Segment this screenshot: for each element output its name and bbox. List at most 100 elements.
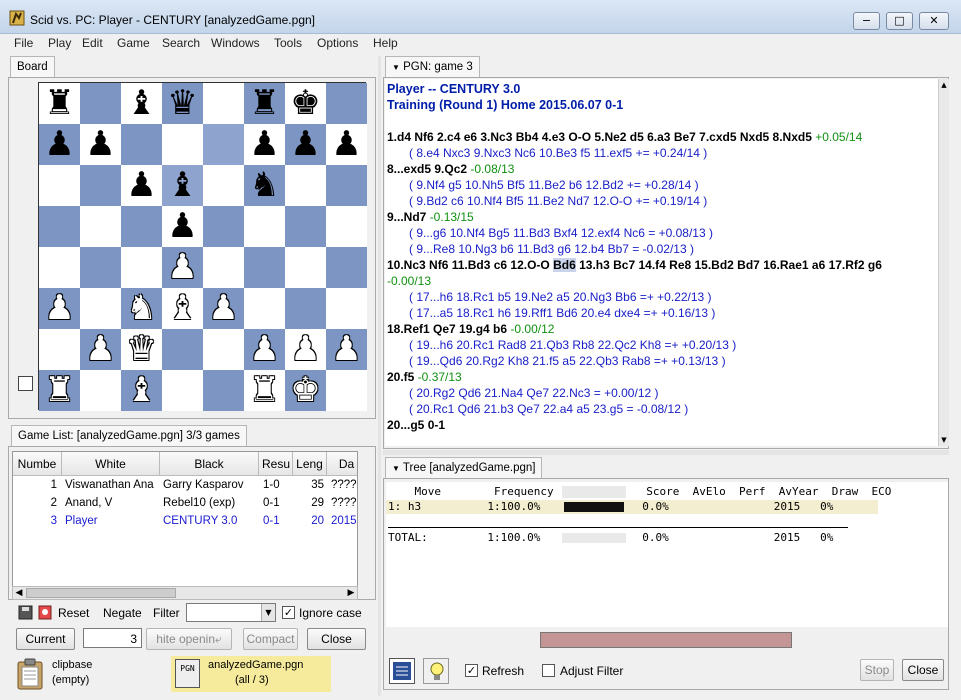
pgn-variation[interactable]: ( 8.e4 Nxc3 9.Nxc3 Nc6 10.Be3 f5 11.exf5… [409, 145, 707, 161]
black-pawn-icon[interactable]: ♟ [290, 124, 320, 164]
board-square-f7[interactable]: ♟ [244, 124, 285, 165]
board-square-h4[interactable] [326, 247, 367, 288]
board-square-a1[interactable]: ♜ [39, 370, 80, 411]
game-list-cell-num[interactable]: 1 [13, 479, 57, 495]
board-square-d6[interactable]: ♝ [162, 165, 203, 206]
board-square-g6[interactable] [285, 165, 326, 206]
chess-board[interactable]: ♜ ♝ ♛ ♜ ♚ ♟ ♟ ♟ ♟ ♟ ♟ ♝ ♞ ♟ ♟ ♟ ♞ ♝ ♟ ♟ ♛ ♟ ♟ ♟ ♜ ♝ ♜ ♚ [38, 82, 367, 411]
scroll-up-icon[interactable]: ▲ [939, 79, 949, 91]
filter-reset-icon[interactable] [37, 604, 53, 620]
board-square-c8[interactable]: ♝ [121, 83, 162, 124]
board-square-c3[interactable]: ♞ [121, 288, 162, 329]
tree-row-move[interactable]: 1: h3 1:100.0% [388, 500, 540, 514]
scroll-down-icon[interactable]: ▼ [939, 434, 949, 446]
white-rook-icon[interactable]: ♜ [249, 370, 279, 410]
pgn-moves[interactable]: 8...exd5 9.Qc2 [387, 162, 470, 176]
menu-help[interactable]: Help [373, 36, 398, 50]
board-square-b3[interactable] [80, 288, 121, 329]
chevron-down-icon[interactable]: ▼ [261, 604, 275, 621]
board-square-e7[interactable] [203, 124, 244, 165]
board-square-e1[interactable] [203, 370, 244, 411]
pgn-vscrollbar[interactable]: ▲ ▼ [938, 79, 949, 446]
column-number[interactable]: Numbe [13, 452, 62, 476]
column-date[interactable]: Da [327, 452, 357, 476]
game-list-hscrollbar[interactable]: ◀ ▶ [12, 586, 358, 600]
board-square-c5[interactable] [121, 206, 162, 247]
pgn-final-move[interactable]: 20...g5 0-1 [387, 417, 445, 433]
board-square-d2[interactable] [162, 329, 203, 370]
black-pawn-icon[interactable]: ♟ [44, 124, 74, 164]
board-square-d8[interactable]: ♛ [162, 83, 203, 124]
clipboard-icon[interactable] [15, 658, 45, 690]
black-pawn-icon[interactable]: ♟ [85, 124, 115, 164]
board-square-f2[interactable]: ♟ [244, 329, 285, 370]
tree-training-button[interactable] [423, 658, 449, 684]
board-square-h5[interactable] [326, 206, 367, 247]
column-black[interactable]: Black [160, 452, 259, 476]
game-list-cell-black[interactable]: Rebel10 (exp) [163, 497, 258, 513]
tab-menu-icon[interactable]: ▼ [392, 63, 400, 72]
black-king-icon[interactable]: ♚ [290, 83, 320, 123]
board-square-a5[interactable] [39, 206, 80, 247]
game-number-input[interactable]: 3 [83, 628, 142, 648]
board-square-e3[interactable]: ♟ [203, 288, 244, 329]
white-bishop-icon[interactable]: ♝ [126, 370, 156, 410]
pgn-moves[interactable]: 10.Nc3 Nf6 11.Bd3 c6 12.O-O [387, 258, 553, 272]
board-square-e4[interactable] [203, 247, 244, 288]
menu-options[interactable]: Options [317, 36, 358, 50]
board-square-b2[interactable]: ♟ [80, 329, 121, 370]
board-square-b7[interactable]: ♟ [80, 124, 121, 165]
game-list-scroll-thumb[interactable] [26, 588, 176, 598]
board-square-f4[interactable] [244, 247, 285, 288]
menu-windows[interactable]: Windows [211, 36, 260, 50]
board-square-g5[interactable] [285, 206, 326, 247]
board-square-h6[interactable] [326, 165, 367, 206]
black-pawn-icon[interactable]: ♟ [331, 124, 361, 164]
board-square-g8[interactable]: ♚ [285, 83, 326, 124]
white-rook-icon[interactable]: ♜ [44, 370, 74, 410]
maximize-button[interactable]: □ [886, 12, 913, 30]
game-list-cell-length[interactable]: 35 [296, 479, 324, 495]
board-square-f1[interactable]: ♜ [244, 370, 285, 411]
tab-tree[interactable]: ▼ Tree [analyzedGame.pgn] [385, 457, 543, 479]
pgn-current-move[interactable]: Bd6 [553, 258, 576, 272]
pgn-variation[interactable]: ( 9...g6 10.Nf4 Bg5 11.Bd3 Bxf4 12.exf4 … [409, 225, 713, 241]
clipbase-name[interactable]: clipbase [52, 659, 92, 671]
white-pawn-icon[interactable]: ♟ [249, 329, 279, 369]
column-length[interactable]: Leng [293, 452, 327, 476]
board-square-b6[interactable] [80, 165, 121, 206]
game-list-cell-date[interactable]: 2015.0 [331, 515, 357, 531]
pgn-moves[interactable]: 9...Nd7 [387, 210, 430, 224]
board-square-e6[interactable] [203, 165, 244, 206]
board-square-d7[interactable] [162, 124, 203, 165]
vertical-splitter[interactable] [378, 56, 381, 696]
white-pawn-icon[interactable]: ♟ [331, 329, 361, 369]
pgn-variation[interactable]: ( 9...Re8 10.Ng3 b6 11.Bd3 g6 12.b4 Bb7 … [409, 241, 694, 257]
board-square-f3[interactable] [244, 288, 285, 329]
pgn-variation[interactable]: ( 20.Rc1 Qd6 21.b3 Qe7 22.a4 a5 23.g5 = … [409, 401, 688, 417]
board-square-h7[interactable]: ♟ [326, 124, 367, 165]
board-square-d5[interactable]: ♟ [162, 206, 203, 247]
minimize-button[interactable]: − [853, 12, 880, 30]
game-list-cell-length[interactable]: 20 [296, 515, 324, 531]
horizontal-splitter[interactable] [383, 450, 949, 455]
white-knight-icon[interactable]: ♞ [126, 288, 156, 328]
board-square-h8[interactable] [326, 83, 367, 124]
black-pawn-icon[interactable]: ♟ [249, 124, 279, 164]
pgn-variation[interactable]: ( 17...h6 18.Rc1 b5 19.Ne2 a5 20.Ng3 Bb6… [409, 289, 712, 305]
negate-filter-link[interactable]: Negate [103, 606, 142, 620]
active-database-slot[interactable]: PGN analyzedGame.pgn (all / 3) [171, 656, 331, 692]
compact-button[interactable]: Compact [243, 628, 298, 650]
column-result[interactable]: Resu [259, 452, 293, 476]
white-pawn-icon[interactable]: ♟ [85, 329, 115, 369]
tab-game-list[interactable]: Game List: [analyzedGame.pgn] 3/3 games [11, 425, 247, 447]
white-opening-button[interactable]: hite openin⤶ [146, 628, 232, 650]
board-square-b8[interactable] [80, 83, 121, 124]
close-gamelist-button[interactable]: Close [307, 628, 366, 650]
game-list-cell-date[interactable]: ???? [331, 479, 357, 495]
pgn-moves[interactable]: 18.Ref1 Qe7 19.g4 b6 [387, 322, 510, 336]
white-pawn-icon[interactable]: ♟ [167, 247, 197, 287]
board-square-g3[interactable] [285, 288, 326, 329]
black-rook-icon[interactable]: ♜ [44, 83, 74, 123]
board-square-g4[interactable] [285, 247, 326, 288]
